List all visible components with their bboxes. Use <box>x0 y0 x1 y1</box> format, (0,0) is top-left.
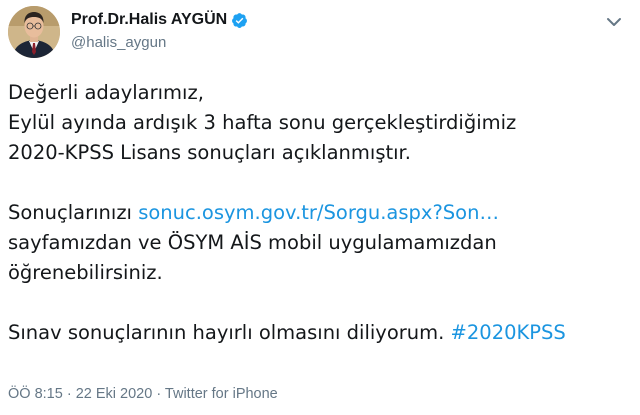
results-link[interactable]: sonuc.osym.gov.tr/Sorgu.aspx?Son… <box>138 201 499 224</box>
tweet-line: 2020-KPSS Lisans sonuçları açıklanmıştır… <box>8 141 411 164</box>
verified-badge-icon <box>231 12 248 29</box>
tweet-text-segment: Sınav sonuçlarının hayırlı olmasını dili… <box>8 321 451 344</box>
display-name-row: Prof.Dr.Halis AYGÜN <box>71 10 248 30</box>
tweet-header: Prof.Dr.Halis AYGÜN @halis_aygun <box>8 6 632 60</box>
tweet-line: öğrenebilirsiniz. <box>8 261 163 284</box>
tweet-text-segment: Sonuçlarınızı <box>8 201 139 224</box>
avatar-image <box>8 6 60 58</box>
tweet-line: Eylül ayında ardışık 3 hafta sonu gerçek… <box>8 111 517 134</box>
tweet-metadata: ÖÖ 8:15 · 22 Eki 2020 · Twitter for iPho… <box>8 386 278 402</box>
author-info: Prof.Dr.Halis AYGÜN @halis_aygun <box>71 10 248 51</box>
tweet-line-with-link: Sonuçlarınızı sonuc.osym.gov.tr/Sorgu.as… <box>8 198 632 228</box>
tweet-source[interactable]: Twitter for iPhone <box>165 386 278 402</box>
tweet-line-with-hashtag: Sınav sonuçlarının hayırlı olmasını dili… <box>8 318 632 348</box>
separator: · <box>62 386 76 402</box>
tweet-line: sayfamızdan ve ÖSYM AİS mobil uygulamamı… <box>8 231 497 254</box>
author-display-name[interactable]: Prof.Dr.Halis AYGÜN <box>71 11 227 29</box>
hashtag-link[interactable]: #2020KPSS <box>451 321 566 344</box>
tweet-text: Değerli adaylarımız, Eylül ayında ardışı… <box>8 78 632 348</box>
tweet-card: Prof.Dr.Halis AYGÜN @halis_aygun Değerli… <box>0 0 640 415</box>
chevron-down-icon[interactable] <box>602 10 626 34</box>
tweet-date[interactable]: 22 Eki 2020 <box>76 386 153 402</box>
separator: · <box>152 386 165 402</box>
author-handle[interactable]: @halis_aygun <box>71 34 248 51</box>
avatar[interactable] <box>8 6 60 58</box>
tweet-line: Değerli adaylarımız, <box>8 81 204 104</box>
tweet-time[interactable]: ÖÖ 8:15 <box>8 386 63 402</box>
